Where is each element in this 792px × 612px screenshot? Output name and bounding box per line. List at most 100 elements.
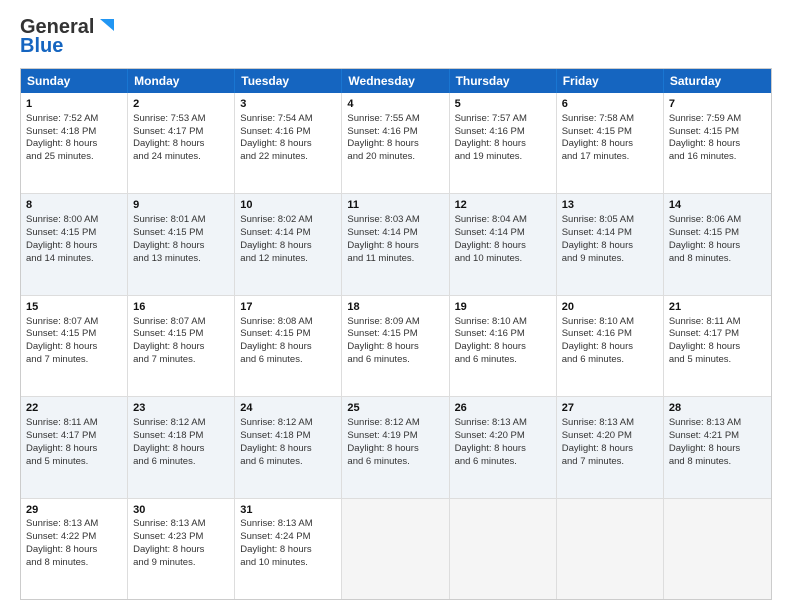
sunset: Sunset: 4:20 PM: [562, 430, 632, 441]
day-number: 1: [26, 97, 122, 112]
sunrise: Sunrise: 8:10 AM: [562, 316, 634, 327]
sunrise: Sunrise: 8:01 AM: [133, 214, 205, 225]
cal-cell-11: 11Sunrise: 8:03 AMSunset: 4:14 PMDayligh…: [342, 194, 449, 294]
day-number: 25: [347, 401, 443, 416]
daylight: Daylight: 8 hours: [347, 138, 418, 149]
daylight-cont: and 20 minutes.: [347, 151, 415, 162]
sunset: Sunset: 4:15 PM: [347, 328, 417, 339]
sunset: Sunset: 4:16 PM: [347, 126, 417, 137]
sunset: Sunset: 4:18 PM: [133, 430, 203, 441]
sunset: Sunset: 4:22 PM: [26, 531, 96, 542]
daylight-cont: and 6 minutes.: [133, 456, 195, 467]
cal-cell-9: 9Sunrise: 8:01 AM Sunset: 4:15 PM Daylight…: [128, 194, 235, 294]
calendar-row-2: 8Sunrise: 8:00 AMSunset: 4:15 PMDaylight…: [21, 194, 771, 295]
empty-cell: [450, 499, 557, 599]
cal-cell-8: 8Sunrise: 8:00 AMSunset: 4:15 PMDaylight…: [21, 194, 128, 294]
sunset: Sunset: 4:14 PM: [455, 227, 525, 238]
cal-cell-17: 17Sunrise: 8:08 AMSunset: 4:15 PMDayligh…: [235, 296, 342, 396]
sunrise: Sunrise: 8:13 AM: [133, 518, 205, 529]
sunset: Sunset: 4:14 PM: [240, 227, 310, 238]
cal-cell-1: 1Sunrise: 7:52 AMSunset: 4:18 PMDaylight…: [21, 93, 128, 193]
day-number: 12: [455, 198, 551, 213]
sunrise: Sunrise: 8:13 AM: [562, 417, 634, 428]
sunset: Sunset: 4:16 PM: [562, 328, 632, 339]
day-number: 27: [562, 401, 658, 416]
daylight-cont: and 8 minutes.: [669, 253, 731, 264]
day-number: 11: [347, 198, 443, 213]
sunset: Sunset: 4:15 PM: [669, 126, 739, 137]
daylight-cont: and 5 minutes.: [26, 456, 88, 467]
sunrise: Sunrise: 7:55 AM: [347, 113, 419, 124]
day-number: 4: [347, 97, 443, 112]
sunset: Sunset: 4:18 PM: [26, 126, 96, 137]
day-number: 24: [240, 401, 336, 416]
daylight: Daylight: 8 hours: [455, 341, 526, 352]
calendar-row-5: 29Sunrise: 8:13 AMSunset: 4:22 PMDayligh…: [21, 499, 771, 599]
daylight-cont: and 19 minutes.: [455, 151, 523, 162]
sunrise: Sunrise: 8:13 AM: [455, 417, 527, 428]
cal-cell-18: 18Sunrise: 8:09 AMSunset: 4:15 PMDayligh…: [342, 296, 449, 396]
header: General Blue: [20, 16, 772, 58]
day-number: 17: [240, 300, 336, 315]
sunrise: Sunrise: 8:00 AM: [26, 214, 98, 225]
day-number: 16: [133, 300, 229, 315]
daylight: Daylight: 8 hours: [26, 138, 97, 149]
daylight: Daylight: 8 hours: [240, 138, 311, 149]
sunrise: Sunrise: 8:10 AM: [455, 316, 527, 327]
calendar-row-4: 22Sunrise: 8:11 AMSunset: 4:17 PMDayligh…: [21, 397, 771, 498]
daylight: Daylight: 8 hours: [347, 341, 418, 352]
sunrise: Sunrise: 7:57 AM: [455, 113, 527, 124]
day-number: 22: [26, 401, 122, 416]
sunrise: Sunrise: 8:05 AM: [562, 214, 634, 225]
daylight-cont: and 9 minutes.: [562, 253, 624, 264]
sunset: Sunset: 4:19 PM: [347, 430, 417, 441]
sunset: Sunset: 4:15 PM: [26, 328, 96, 339]
logo: General Blue: [20, 16, 118, 58]
daylight: Daylight: 8 hours: [133, 138, 204, 149]
day-number: 9: [133, 198, 229, 213]
day-number: 23: [133, 401, 229, 416]
sunset: Sunset: 4:23 PM: [133, 531, 203, 542]
sunset: Sunset: 4:16 PM: [455, 126, 525, 137]
daylight: Daylight: 8 hours: [240, 240, 311, 251]
cal-cell-30: 30Sunrise: 8:13 AMSunset: 4:23 PMDayligh…: [128, 499, 235, 599]
sunrise: Sunrise: 8:07 AM: [133, 316, 205, 327]
logo-arrow-icon: [96, 15, 118, 37]
sunrise: Sunrise: 7:53 AM: [133, 113, 205, 124]
sunrise: Sunrise: 8:12 AM: [240, 417, 312, 428]
daylight-cont: and 10 minutes.: [455, 253, 523, 264]
daylight-cont: and 16 minutes.: [669, 151, 737, 162]
sunset: Sunset: 4:16 PM: [455, 328, 525, 339]
daylight-cont: and 7 minutes.: [562, 456, 624, 467]
daylight-cont: and 6 minutes.: [240, 456, 302, 467]
daylight-cont: and 8 minutes.: [26, 557, 88, 568]
daylight-cont: and 24 minutes.: [133, 151, 201, 162]
daylight: Daylight: 8 hours: [562, 138, 633, 149]
sunrise: Sunrise: 7:59 AM: [669, 113, 741, 124]
sunset: Sunset: 4:18 PM: [240, 430, 310, 441]
cal-cell-7: 7Sunrise: 7:59 AMSunset: 4:15 PMDaylight…: [664, 93, 771, 193]
daylight: Daylight: 8 hours: [455, 240, 526, 251]
cal-cell-6: 6Sunrise: 7:58 AMSunset: 4:15 PMDaylight…: [557, 93, 664, 193]
cal-cell-2: 2Sunrise: 7:53 AMSunset: 4:17 PMDaylight…: [128, 93, 235, 193]
day-number: 3: [240, 97, 336, 112]
logo-blue: Blue: [20, 35, 63, 58]
daylight: Daylight: 8 hours: [26, 240, 97, 251]
daylight-cont: and 13 minutes.: [133, 253, 201, 264]
daylight: Daylight: 8 hours: [133, 341, 204, 352]
daylight: Daylight: 8 hours: [133, 443, 204, 454]
day-number: 13: [562, 198, 658, 213]
cal-cell-12: 12Sunrise: 8:04 AMSunset: 4:14 PMDayligh…: [450, 194, 557, 294]
daylight-cont: and 11 minutes.: [347, 253, 414, 264]
sunset: Sunset: 4:15 PM: [240, 328, 310, 339]
daylight-cont: and 7 minutes.: [133, 354, 195, 365]
daylight-cont: and 6 minutes.: [455, 354, 517, 365]
sunset: Sunset: 4:17 PM: [26, 430, 96, 441]
sunset: Sunset: 4:15 PM: [133, 227, 203, 238]
page: General Blue SundayMondayTuesdayWednesda…: [0, 0, 792, 612]
daylight: Daylight: 8 hours: [133, 240, 204, 251]
sunrise: Sunrise: 8:09 AM: [347, 316, 419, 327]
daylight: Daylight: 8 hours: [562, 240, 633, 251]
weekday-header-friday: Friday: [557, 69, 664, 93]
day-number: 26: [455, 401, 551, 416]
